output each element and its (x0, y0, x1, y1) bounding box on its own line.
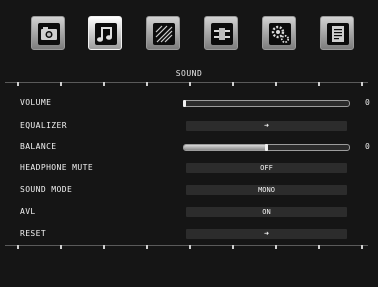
info-icon (332, 26, 344, 42)
row-label: SOUND MODE (20, 185, 73, 194)
setup-icon (271, 25, 290, 44)
menu-row-sound-mode[interactable]: SOUND MODE MONO (0, 184, 378, 196)
sound-mode-value[interactable]: MONO (186, 185, 347, 195)
slider-knob[interactable] (264, 144, 268, 151)
headphone-mute-value[interactable]: OFF (186, 163, 347, 173)
row-label: AVL (20, 207, 36, 216)
menu-row-avl[interactable]: AVL ON (0, 206, 378, 218)
channel-icon (155, 25, 173, 43)
equalizer-submenu[interactable]: ➜ (186, 121, 347, 131)
arrow-right-icon: ➜ (264, 229, 269, 238)
balance-value: 0 (365, 142, 370, 151)
menu-row-volume[interactable]: VOLUME 0 (0, 97, 378, 109)
tab-source[interactable] (204, 16, 238, 50)
sound-icon (97, 27, 112, 42)
tab-info[interactable] (320, 16, 354, 50)
row-label: VOLUME (20, 98, 52, 107)
row-label: HEADPHONE MUTE (20, 163, 94, 172)
menu-row-balance[interactable]: BALANCE 0 (0, 141, 378, 153)
menu-row-reset[interactable]: RESET ➜ (0, 228, 378, 240)
volume-value: 0 (365, 98, 370, 107)
volume-slider[interactable] (183, 100, 350, 107)
tab-setup[interactable] (262, 16, 296, 50)
menu-row-equalizer[interactable]: EQUALIZER ➜ (0, 120, 378, 132)
menu-tab-bar (0, 16, 378, 52)
row-label: BALANCE (20, 142, 57, 151)
tab-sound[interactable] (88, 16, 122, 50)
menu-title: SOUND (175, 69, 203, 78)
slider-fill (184, 145, 267, 150)
slider-knob[interactable] (183, 100, 186, 107)
arrow-right-icon: ➜ (264, 121, 269, 130)
row-label: EQUALIZER (20, 121, 67, 130)
avl-value[interactable]: ON (186, 207, 347, 217)
row-label: RESET (20, 229, 47, 238)
tab-picture[interactable] (31, 16, 65, 50)
divider (5, 245, 368, 249)
source-icon (214, 28, 230, 40)
tab-channel[interactable] (146, 16, 180, 50)
reset-submenu[interactable]: ➜ (186, 229, 347, 239)
picture-icon (41, 27, 57, 40)
divider (5, 82, 368, 86)
menu-row-headphone-mute[interactable]: HEADPHONE MUTE OFF (0, 162, 378, 174)
